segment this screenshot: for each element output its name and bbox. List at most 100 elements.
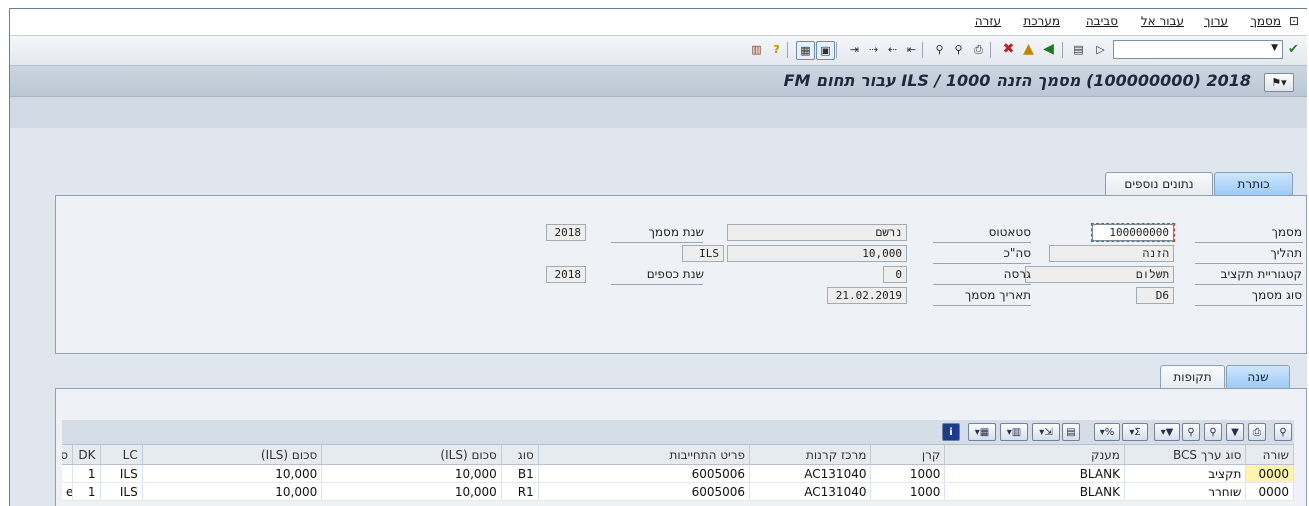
column-header[interactable]: LC — [100, 445, 143, 465]
table-cell: 1000 — [870, 482, 946, 501]
doc-type-label: סוג מסמך — [1251, 288, 1302, 302]
table-cell: ILS — [100, 464, 143, 483]
table-cell: 6005006 — [538, 482, 751, 501]
doc-type-field: D6 — [1136, 287, 1174, 304]
subtotal-icon[interactable]: ▾% — [1094, 423, 1120, 441]
create-session-icon[interactable]: ▣ — [816, 41, 835, 60]
services-for-object-icon[interactable]: ⚑▾ — [1264, 73, 1294, 92]
total-label: סה"כ — [1003, 246, 1032, 260]
table-cell[interactable]: 0000 — [1245, 482, 1294, 501]
next-page-icon[interactable]: ⇢ — [865, 41, 882, 58]
table-cell: 10,000 — [142, 482, 323, 501]
column-header[interactable]: פריט התחייבות — [538, 445, 751, 465]
menu-bar: ⊡ מסמך ערוך עבור אל סביבה מערכת עזרה — [10, 9, 1307, 36]
play-icon[interactable]: ▷ — [1092, 41, 1109, 58]
column-header[interactable]: שורה — [1245, 445, 1294, 465]
tab-year[interactable]: שנה — [1226, 365, 1290, 388]
details-icon[interactable]: ⚲ — [1274, 423, 1292, 441]
table-cell: 10,000 — [321, 482, 502, 501]
column-header[interactable]: קרן — [870, 445, 946, 465]
dropdown-icon[interactable]: ▼ — [1271, 43, 1278, 53]
menu-goto[interactable]: עבור אל — [1141, 14, 1184, 28]
table-row[interactable]: 1 ILS 10,000 10,000 B1 6005006 AC131040 … — [62, 464, 1294, 483]
menu-document[interactable]: מסמך — [1250, 14, 1281, 28]
info-icon[interactable]: i — [942, 423, 960, 441]
column-header[interactable]: סוג — [501, 445, 539, 465]
layout-icon[interactable]: ▾▥ — [1000, 423, 1028, 441]
menu-help[interactable]: עזרה — [975, 14, 1001, 28]
currency-field: ILS — [682, 245, 724, 262]
exit-icon[interactable]: ▲ — [1020, 41, 1037, 58]
doc-number-field[interactable]: 100000000 — [1091, 223, 1175, 242]
version-label: גרסה — [1003, 267, 1031, 281]
items-table: ס DK LC סכום (ILS) סכום (ILS) סוג פריט ה… — [62, 445, 1294, 501]
column-header[interactable]: ס — [62, 445, 74, 465]
table-row[interactable]: e 1 ILS 10,000 10,000 R1 6005006 AC13104… — [62, 482, 1294, 501]
budget-category-field: תשלום — [1025, 266, 1174, 283]
fiscal-year-label: שנת כספים — [646, 267, 704, 281]
set-filter-icon[interactable]: ▾▼ — [1154, 423, 1180, 441]
tab-periods[interactable]: תקופות — [1160, 365, 1225, 388]
table-cell: BLANK — [944, 482, 1125, 501]
fiscal-year-field: 2018 — [546, 266, 586, 283]
layout-icon[interactable]: ▥ — [748, 41, 765, 58]
column-header[interactable]: מענק — [944, 445, 1125, 465]
application-toolbar — [10, 97, 1307, 128]
prev-page-icon[interactable]: ⇠ — [884, 41, 901, 58]
tab-additional-data[interactable]: נתונים נוספים — [1105, 172, 1213, 195]
menu-environment[interactable]: סביבה — [1086, 14, 1118, 28]
table-cell: AC131040 — [749, 464, 872, 483]
table-cell: שוחרר — [1124, 482, 1247, 501]
menu-edit[interactable]: ערוך — [1204, 14, 1228, 28]
find-next-icon[interactable]: ⚲ — [1182, 423, 1200, 441]
table-cell: תקציב — [1124, 464, 1247, 483]
check-icon[interactable]: ✔ — [1285, 41, 1302, 58]
version-field: 0 — [883, 266, 907, 283]
doc-date-label: תאריך מסמך — [964, 288, 1031, 302]
column-header[interactable]: סכום (ILS) — [321, 445, 502, 465]
last-page-icon[interactable]: ⇥ — [846, 41, 863, 58]
column-header[interactable]: DK — [72, 445, 101, 465]
first-page-icon[interactable]: ⇤ — [903, 41, 920, 58]
menu-system[interactable]: מערכת — [1023, 14, 1060, 28]
page-title: 2018 (100000000) מסמך הזנה 1000 / ILS עב… — [783, 71, 1251, 90]
tab-header[interactable]: כותרת — [1214, 172, 1293, 195]
table-cell[interactable]: 0000 — [1245, 464, 1294, 483]
back-icon[interactable]: ◀ — [1040, 41, 1057, 58]
table-cell: R1 — [501, 482, 539, 501]
doc-year-field: 2018 — [546, 224, 586, 241]
table-cell: 1000 — [870, 464, 946, 483]
standard-toolbar: ✔ ▼ ▷ ▤ ◀ ▲ ✖ ⎙ ⚲ ⚲ ⇤ ⇠ ⇢ ⇥ ▣ ▦ ? ▥ — [10, 36, 1307, 66]
column-header[interactable]: סכום (ILS) — [142, 445, 323, 465]
table-cell — [62, 464, 74, 483]
find-icon[interactable]: ⚲ — [1204, 423, 1222, 441]
table-cell: AC131040 — [749, 482, 872, 501]
print-preview-icon[interactable]: ▤ — [1062, 423, 1080, 441]
filter-icon[interactable]: ▼ — [1226, 423, 1244, 441]
table-cell: BLANK — [944, 464, 1125, 483]
column-header[interactable]: מרכז קרנות — [749, 445, 872, 465]
cancel-icon[interactable]: ✖ — [1000, 41, 1017, 58]
sum-icon[interactable]: ▾Σ — [1122, 423, 1148, 441]
column-view-icon[interactable]: ▾▦ — [968, 423, 996, 441]
shortcut-icon[interactable]: ▦ — [796, 41, 815, 60]
window-menu-icon[interactable]: ⊡ — [1289, 14, 1299, 28]
export-icon[interactable]: ▾⇲ — [1032, 423, 1060, 441]
print-icon[interactable]: ⎙ — [970, 41, 987, 58]
table-cell: 10,000 — [142, 464, 323, 483]
table-cell: 6005006 — [538, 464, 751, 483]
print-icon[interactable]: ⎙ — [1248, 423, 1266, 441]
find-icon[interactable]: ⚲ — [950, 41, 967, 58]
table-cell: B1 — [501, 464, 539, 483]
save-icon[interactable]: ▤ — [1070, 41, 1087, 58]
status-field: נרשם — [727, 224, 907, 241]
help-icon[interactable]: ? — [768, 41, 785, 58]
column-header[interactable]: סוג ערך BCS — [1124, 445, 1247, 465]
find-next-icon[interactable]: ⚲ — [931, 41, 948, 58]
doc-date-field: 21.02.2019 — [827, 287, 907, 304]
table-header-row: ס DK LC סכום (ILS) סכום (ILS) סוג פריט ה… — [62, 445, 1294, 465]
title-bar: 2018 (100000000) מסמך הזנה 1000 / ILS עב… — [10, 66, 1307, 97]
command-field[interactable]: ▼ — [1113, 40, 1283, 59]
total-field: 10,000 — [727, 245, 907, 262]
table-cell: 1 — [72, 482, 101, 501]
